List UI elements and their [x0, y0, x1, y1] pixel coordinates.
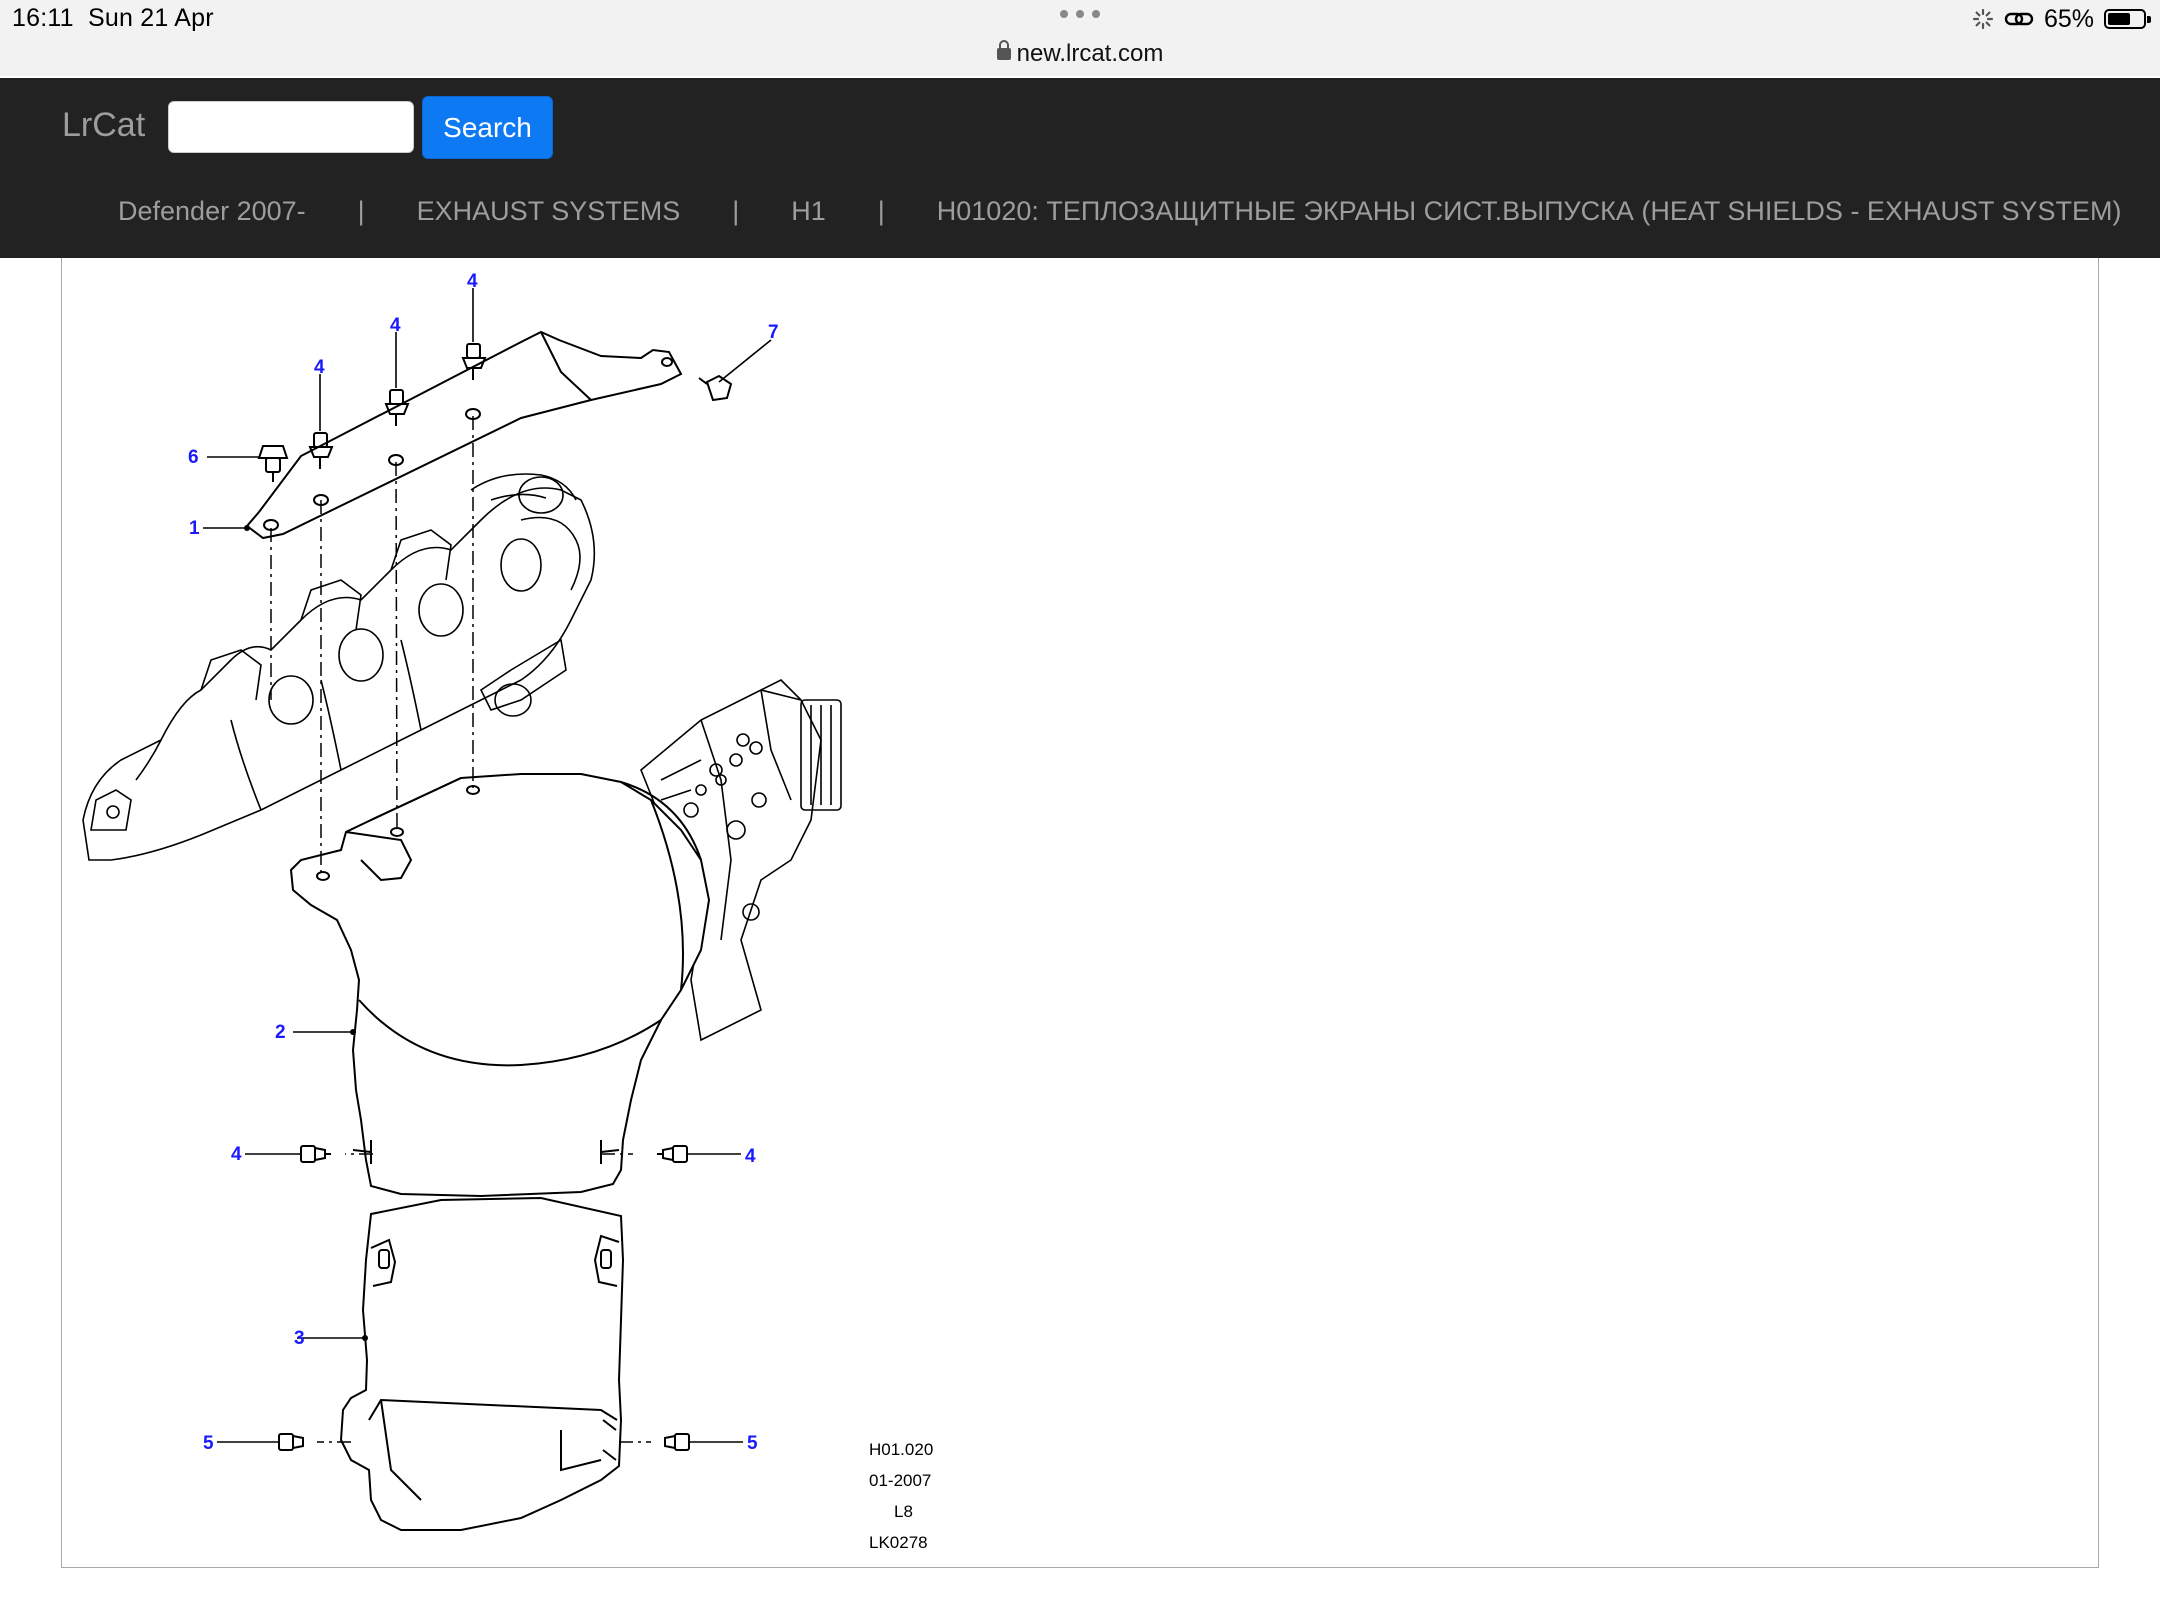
battery-icon: [2104, 9, 2151, 29]
stamp-ref: H01.020: [869, 1440, 933, 1459]
brand-logo[interactable]: LrCat: [62, 106, 145, 145]
status-indicators: 65%: [1972, 4, 2151, 34]
status-time: 16:11 Sun 21 Apr: [12, 4, 214, 33]
callout-1[interactable]: 1: [189, 518, 200, 539]
heat-shield-lower: [339, 1196, 625, 1531]
bolt-4-left: [300, 1145, 331, 1163]
breadcrumb-model[interactable]: Defender 2007-: [118, 196, 306, 227]
breadcrumb-group[interactable]: EXHAUST SYSTEMS: [417, 196, 681, 227]
breadcrumb: Defender 2007- | EXHAUST SYSTEMS | H1 | …: [118, 196, 2122, 227]
breadcrumb-separator: |: [357, 196, 365, 226]
stamp-date: 01-2007: [869, 1471, 931, 1490]
bolt-6: [257, 445, 289, 482]
activity-spinner-icon: [1972, 8, 1994, 30]
bolt-5-right: [664, 1433, 690, 1451]
breadcrumb-separator: |: [877, 196, 885, 226]
search-button[interactable]: Search: [422, 96, 553, 159]
link-chain-icon: [2004, 12, 2034, 26]
callout-4[interactable]: 4: [314, 357, 325, 378]
callout-6[interactable]: 6: [188, 447, 199, 468]
callout-4[interactable]: 4: [390, 315, 401, 336]
status-bar: 16:11 Sun 21 Apr new.lrcat.com 65%: [0, 0, 2160, 76]
breadcrumb-separator: |: [732, 196, 740, 226]
bolt-7: [698, 374, 733, 402]
stamp-code2: LK0278: [869, 1533, 928, 1552]
status-time-text: 16:11: [12, 4, 74, 32]
navbar: LrCat Search Defender 2007- | EXHAUST SY…: [0, 78, 2160, 258]
battery-percent: 65%: [2043, 4, 2094, 33]
illustration-stamp: H01.020 01-2007 L8 LK0278: [869, 1440, 933, 1552]
callout-4[interactable]: 4: [745, 1146, 756, 1167]
parts-diagram: 4 4 4 7 6 1 2 4 4 3 5 5 H01.020 01-2007 …: [82, 271, 933, 1552]
callout-4[interactable]: 4: [231, 1144, 242, 1165]
callout-5[interactable]: 5: [203, 1433, 214, 1454]
diagram-frame: 4 4 4 7 6 1 2 4 4 3 5 5 H01.020 01-2007 …: [61, 258, 2099, 1568]
status-date-text: Sun 21 Apr: [88, 4, 214, 32]
bolt-4-right: [657, 1145, 688, 1163]
callout-2[interactable]: 2: [275, 1022, 286, 1043]
more-dots-icon[interactable]: [1058, 6, 1102, 22]
callout-5[interactable]: 5: [747, 1433, 758, 1454]
callout-7[interactable]: 7: [768, 322, 779, 343]
breadcrumb-current: H01020: ТЕПЛОЗАЩИТНЫЕ ЭКРАНЫ СИСТ.ВЫПУСК…: [936, 196, 2122, 226]
url-text: new.lrcat.com: [1016, 40, 1164, 67]
callout-3[interactable]: 3: [294, 1328, 305, 1349]
callout-4[interactable]: 4: [467, 271, 478, 292]
stamp-code1: L8: [894, 1502, 913, 1521]
address-bar[interactable]: new.lrcat.com: [0, 40, 2160, 68]
search-input[interactable]: [168, 101, 414, 153]
heat-shield-main: [289, 773, 711, 1198]
lock-icon: [996, 40, 1011, 60]
bolt-5-left: [278, 1433, 304, 1451]
breadcrumb-subgroup[interactable]: H1: [791, 196, 826, 227]
